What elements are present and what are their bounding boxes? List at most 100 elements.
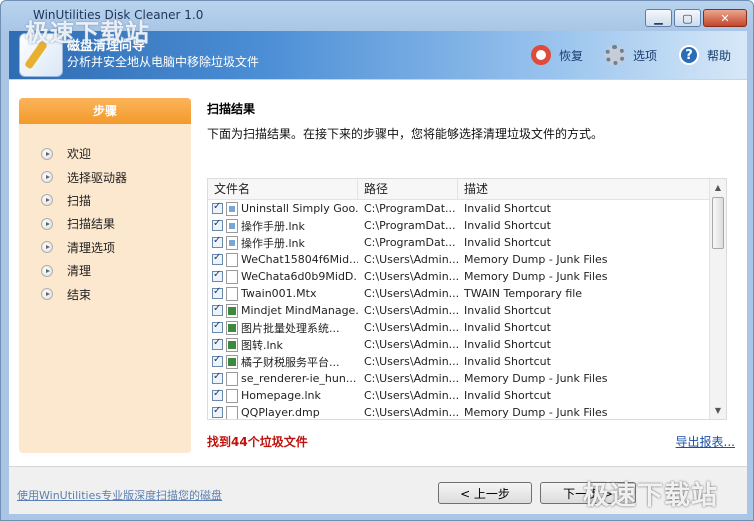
description-cell: Invalid Shortcut: [464, 389, 551, 402]
row-checkbox[interactable]: [212, 372, 223, 384]
row-checkbox[interactable]: [212, 406, 223, 418]
path-cell: C:\Users\Admin...: [364, 304, 458, 317]
path-cell: C:\Users\Admin...: [364, 338, 458, 351]
file-icon: [226, 269, 238, 284]
row-checkbox[interactable]: [212, 354, 223, 367]
found-count: 找到44个垃圾文件: [207, 435, 308, 449]
maximize-icon: ▢: [682, 11, 693, 25]
table-row[interactable]: 操作手册.lnk C:\ProgramDat... Invalid Shortcut: [208, 217, 710, 234]
row-checkbox[interactable]: [212, 337, 223, 350]
row-checkbox[interactable]: [212, 270, 223, 282]
vertical-scrollbar[interactable]: ▲ ▼: [709, 179, 726, 419]
row-checkbox[interactable]: [212, 389, 223, 401]
table-row[interactable]: 图片批量处理系统... C:\Users\Admin... Invalid Shor…: [208, 319, 710, 336]
column-header-path[interactable]: 路径: [358, 179, 458, 199]
step-label: 扫描结果: [67, 217, 116, 232]
close-button[interactable]: ✕: [703, 9, 747, 27]
filename-cell: QQPlayer.dmp: [208, 405, 358, 419]
filename-text: Twain001.Mtx: [241, 287, 317, 300]
table-row[interactable]: 图转.lnk C:\Users\Admin... Invalid Shortcut: [208, 336, 710, 353]
table-row[interactable]: WeChat15804f6Mid... C:\Users\Admin... Memo…: [208, 251, 710, 268]
step-label: 扫描: [67, 193, 92, 208]
table-row[interactable]: Uninstall Simply Goo... C:\ProgramDat... I…: [208, 200, 710, 217]
options-button[interactable]: 选项: [604, 45, 657, 65]
step-finish: 结束: [19, 282, 191, 305]
path-cell: C:\Users\Admin...: [364, 355, 458, 368]
step-label: 清理: [67, 264, 92, 279]
scroll-down-icon[interactable]: ▼: [710, 402, 726, 419]
minimize-button[interactable]: ▁: [645, 9, 672, 27]
header-actions: 恢复 选项 ? 帮助: [530, 45, 731, 65]
back-button[interactable]: < 上一步: [438, 482, 532, 504]
file-icon: [226, 201, 238, 216]
step-bullet-icon: [41, 288, 53, 301]
file-icon: [226, 371, 238, 386]
path-cell: C:\Users\Admin...: [364, 287, 458, 300]
step-bullet-icon: [41, 147, 53, 160]
filename-cell: Uninstall Simply Goo...: [208, 201, 358, 216]
filename-text: 橘子财税服务平台...: [241, 355, 340, 369]
description-cell: Memory Dump - Junk Files: [464, 270, 608, 283]
file-icon: [226, 218, 238, 233]
path-cell: C:\ProgramDat...: [364, 236, 456, 249]
step-bullet-icon: [41, 241, 53, 254]
export-report-link[interactable]: 导出报表...: [676, 433, 735, 450]
step-bullet-icon: [41, 264, 53, 277]
row-checkbox[interactable]: [212, 320, 223, 333]
list-rows: Uninstall Simply Goo... C:\ProgramDat... I…: [208, 200, 710, 419]
filename-text: 图片批量处理系统...: [241, 321, 340, 335]
row-checkbox[interactable]: [212, 304, 223, 316]
filename-text: 操作手册.lnk: [241, 236, 305, 250]
step-label: 清理选项: [67, 240, 116, 255]
restore-label: 恢复: [558, 48, 583, 63]
row-checkbox[interactable]: [212, 253, 223, 265]
step-clean: 清理: [19, 259, 191, 282]
filename-text: Uninstall Simply Goo...: [241, 202, 358, 215]
step-bullet-icon: [41, 171, 53, 184]
description-cell: Memory Dump - Junk Files: [464, 406, 608, 419]
column-header-description[interactable]: 描述: [458, 179, 710, 199]
upgrade-link[interactable]: 使用WinUtilities专业版深度扫描您的磁盘: [17, 487, 222, 503]
filename-text: Homepage.lnk: [241, 389, 321, 402]
filename-cell: WeChata6d0b9MidD...: [208, 269, 358, 284]
table-row[interactable]: se_renderer-ie_hun... C:\Users\Admin... Me…: [208, 370, 710, 387]
filename-text: QQPlayer.dmp: [241, 406, 320, 419]
table-row[interactable]: Twain001.Mtx C:\Users\Admin... TWAIN Tempo…: [208, 285, 710, 302]
filename-cell: WeChat15804f6Mid...: [208, 252, 358, 267]
steps-header: 步骤: [19, 98, 191, 124]
table-row[interactable]: WeChata6d0b9MidD... C:\Users\Admin... Memo…: [208, 268, 710, 285]
file-icon: [226, 303, 238, 318]
main-panel: 扫描结果 下面为扫描结果。在接下来的步骤中，您将能够选择清理垃圾文件的方式。 文…: [207, 100, 737, 460]
watermark-top: 极速下载站: [25, 19, 150, 47]
file-icon: [226, 235, 238, 250]
page-description: 下面为扫描结果。在接下来的步骤中，您将能够选择清理垃圾文件的方式。: [207, 127, 604, 141]
row-checkbox[interactable]: [212, 218, 223, 231]
row-checkbox[interactable]: [212, 287, 223, 299]
window-controls: ▁ ▢ ✕: [645, 9, 747, 27]
filename-cell: 操作手册.lnk: [208, 218, 358, 234]
close-icon: ✕: [720, 11, 730, 25]
watermark-bottom: 极速下载站: [583, 481, 719, 511]
row-checkbox[interactable]: [212, 235, 223, 248]
table-row[interactable]: Homepage.lnk C:\Users\Admin... Invalid Sho…: [208, 387, 710, 404]
app-window: WinUtilities Disk Cleaner 1.0 ▁ ▢ ✕ 磁盘清理…: [0, 0, 754, 521]
step-label: 选择驱动器: [67, 170, 128, 185]
column-header-filename[interactable]: 文件名: [208, 179, 358, 199]
restore-button[interactable]: 恢复: [530, 45, 583, 65]
scroll-up-icon[interactable]: ▲: [710, 179, 726, 196]
file-icon: [226, 252, 238, 267]
filename-cell: Twain001.Mtx: [208, 286, 358, 301]
table-row[interactable]: 操作手册.lnk C:\ProgramDat... Invalid Shortcut: [208, 234, 710, 251]
step-clean-options: 清理选项: [19, 236, 191, 259]
description-cell: Invalid Shortcut: [464, 355, 551, 368]
table-row[interactable]: QQPlayer.dmp C:\Users\Admin... Memory Dump…: [208, 404, 710, 419]
table-row[interactable]: 橘子财税服务平台... C:\Users\Admin... Invalid Shor…: [208, 353, 710, 370]
scrollbar-thumb[interactable]: [712, 197, 724, 249]
file-icon: [226, 388, 238, 403]
maximize-button[interactable]: ▢: [674, 9, 701, 27]
filename-text: WeChat15804f6Mid...: [241, 253, 358, 266]
table-row[interactable]: Mindjet MindManage... C:\Users\Admin... In…: [208, 302, 710, 319]
filename-cell: se_renderer-ie_hun...: [208, 371, 358, 386]
help-button[interactable]: ? 帮助: [678, 45, 731, 65]
row-checkbox[interactable]: [212, 202, 223, 214]
